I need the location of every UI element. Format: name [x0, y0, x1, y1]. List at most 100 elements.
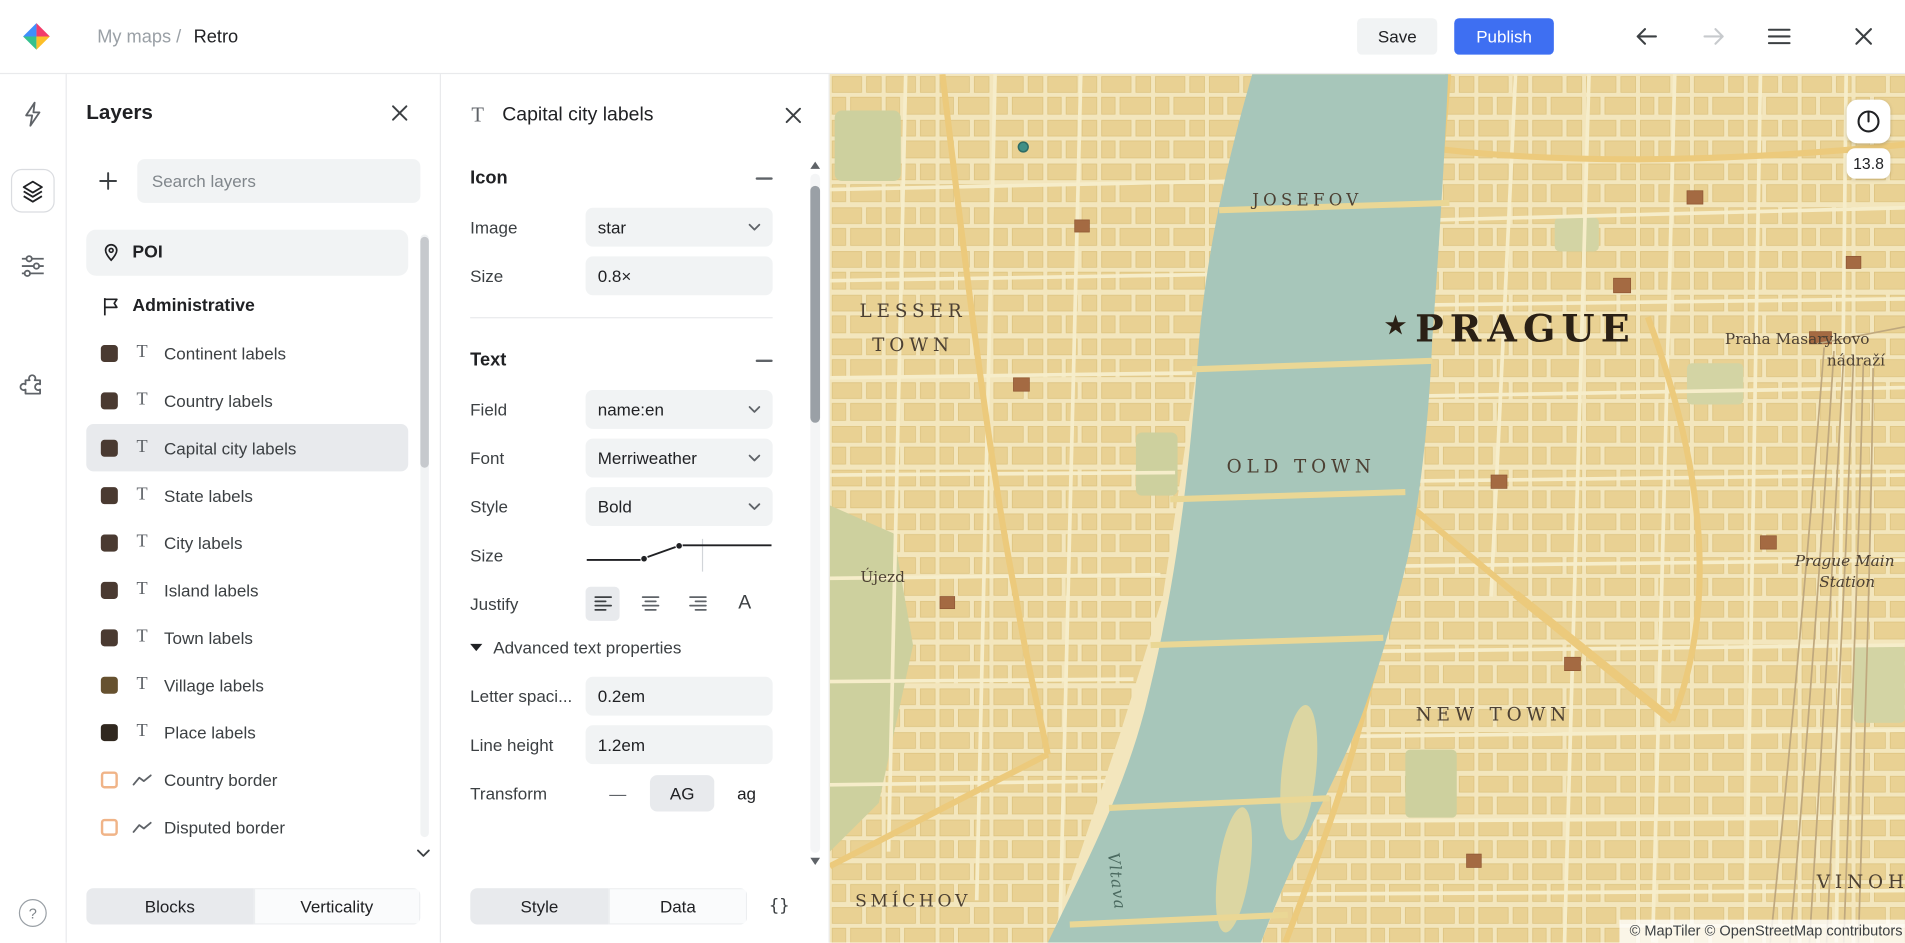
layer-item-label: Village labels — [164, 675, 264, 694]
layers-panel-close-button[interactable] — [386, 100, 413, 127]
properties-panel-close-button[interactable] — [780, 102, 807, 129]
font-style-select[interactable]: Bold — [586, 487, 773, 526]
close-editor-button[interactable] — [1849, 22, 1878, 51]
layer-properties-panel: T Capital city labels Icon Image star — [441, 74, 830, 943]
collapse-text-section-button[interactable] — [756, 359, 773, 361]
layer-item-disputed-border[interactable]: Disputed border — [86, 803, 408, 850]
justify-center-button[interactable] — [633, 587, 667, 621]
add-layer-button[interactable] — [86, 159, 130, 203]
sliders-icon — [21, 254, 45, 278]
letter-spacing-input[interactable] — [598, 686, 761, 705]
layer-item-label: Town labels — [164, 627, 253, 646]
section-divider — [470, 317, 773, 318]
layer-color-swatch — [101, 392, 118, 409]
map-render[interactable]: JOSEFOV LESSER TOWN PRAGUE Praha Masaryk… — [830, 74, 1905, 943]
icon-size-input-wrap[interactable] — [586, 256, 773, 295]
text-field-select[interactable]: name:en — [586, 390, 773, 429]
layer-item-town-labels[interactable]: T Town labels — [86, 614, 408, 661]
help-button[interactable]: ? — [19, 899, 47, 927]
icon-size-input[interactable] — [598, 266, 761, 285]
breadcrumb-prefix[interactable]: My maps — [97, 26, 171, 47]
map-label-josefov: JOSEFOV — [1250, 190, 1362, 209]
line-height-input-wrap[interactable] — [586, 725, 773, 764]
menu-button[interactable] — [1763, 23, 1796, 50]
scroll-up-arrow-icon[interactable] — [810, 162, 820, 169]
save-button[interactable]: Save — [1357, 18, 1437, 54]
transform-lowercase-button[interactable]: ag — [714, 775, 778, 811]
properties-scrollbar-thumb[interactable] — [810, 186, 820, 423]
breadcrumb[interactable]: My maps / Retro — [97, 26, 238, 47]
tab-style[interactable]: Style — [470, 888, 608, 924]
lightning-bolt-icon — [21, 101, 45, 128]
map-pin-icon — [101, 242, 120, 263]
quick-actions-button[interactable] — [16, 96, 50, 132]
scroll-down-arrow-icon[interactable] — [810, 858, 820, 865]
map-label-masarykovo: Praha Masarykovo — [1725, 330, 1870, 348]
plugins-button[interactable] — [15, 366, 51, 402]
chevron-down-icon — [748, 224, 760, 231]
redo-forward-arrow-button[interactable] — [1697, 22, 1731, 51]
transform-uppercase-button[interactable]: AG — [650, 775, 714, 811]
collapse-icon-section-button[interactable] — [756, 177, 773, 179]
breadcrumb-separator: / — [176, 26, 181, 47]
letter-spacing-label: Letter spaci... — [470, 686, 585, 705]
layer-item-country-labels[interactable]: T Country labels — [86, 377, 408, 424]
text-layer-icon: T — [132, 390, 151, 411]
layer-item-state-labels[interactable]: T State labels — [86, 471, 408, 518]
publish-button[interactable]: Publish — [1454, 18, 1554, 54]
map-label-prague: PRAGUE — [1415, 306, 1636, 351]
line-height-input[interactable] — [598, 735, 761, 754]
undo-back-arrow-button[interactable] — [1629, 22, 1663, 51]
map-label-ujezd: Újezd — [860, 568, 905, 586]
text-layer-icon: T — [132, 674, 151, 695]
map-canvas[interactable]: JOSEFOV LESSER TOWN PRAGUE Praha Masaryk… — [830, 74, 1905, 943]
properties-scrollbar[interactable] — [809, 162, 821, 865]
chevron-down-icon — [748, 503, 760, 510]
font-select[interactable]: Merriweather — [586, 439, 773, 478]
tab-verticality[interactable]: Verticality — [253, 888, 420, 924]
properties-scrollbar-track[interactable] — [810, 174, 820, 853]
text-layer-icon: T — [132, 722, 151, 743]
layers-scrollbar-thumb[interactable] — [420, 237, 429, 468]
icon-size-label: Size — [470, 266, 585, 285]
layer-item-village-labels[interactable]: T Village labels — [86, 661, 408, 708]
tab-data[interactable]: Data — [609, 888, 747, 924]
font-style-label: Style — [470, 497, 585, 516]
map-label-lesser-town: TOWN — [872, 335, 954, 356]
text-layer-icon: T — [132, 343, 151, 364]
layer-group-poi[interactable]: POI — [86, 230, 408, 276]
tab-blocks[interactable]: Blocks — [86, 888, 253, 924]
transform-none-button[interactable]: — — [586, 775, 650, 811]
field-label: Field — [470, 400, 585, 419]
layer-color-swatch — [101, 629, 118, 646]
layer-group-administrative[interactable]: Administrative — [86, 283, 408, 329]
map-label-smichov: SMÍCHOV — [855, 890, 971, 911]
layer-item-country-border[interactable]: Country border — [86, 756, 408, 803]
layer-item-capital-city-labels-selected[interactable]: T Capital city labels — [86, 424, 408, 471]
scroll-more-chevron-icon[interactable] — [417, 842, 430, 864]
layer-item-place-labels[interactable]: T Place labels — [86, 708, 408, 755]
tab-code-json[interactable]: {} — [762, 894, 797, 918]
map-bearing-control-button[interactable] — [1847, 100, 1891, 144]
text-section-heading: Text — [470, 350, 506, 371]
size-zoom-curve-widget[interactable] — [586, 536, 773, 575]
zoom-level-value: 13.8 — [1853, 154, 1884, 172]
text-anchor-letter-button[interactable]: A — [728, 587, 762, 621]
letter-spacing-input-wrap[interactable] — [586, 677, 773, 716]
layer-item-continent-labels[interactable]: T Continent labels — [86, 329, 408, 376]
layer-color-swatch — [101, 534, 118, 551]
layer-item-label: Disputed border — [164, 817, 285, 836]
justify-right-button[interactable] — [680, 587, 714, 621]
layer-color-swatch — [101, 581, 118, 598]
properties-panel-title: Capital city labels — [502, 104, 653, 126]
layer-item-city-labels[interactable]: T City labels — [86, 519, 408, 566]
justify-left-button[interactable] — [586, 587, 620, 621]
search-layers-input[interactable] — [137, 159, 420, 203]
map-label-lesser-town: LESSER — [860, 301, 967, 322]
layers-panel: Layers — [67, 74, 441, 943]
layers-tool-button-active[interactable] — [11, 169, 55, 213]
adjustments-button[interactable] — [16, 249, 50, 283]
icon-image-select[interactable]: star — [586, 208, 773, 247]
layer-item-island-labels[interactable]: T Island labels — [86, 566, 408, 613]
advanced-text-properties-toggle[interactable]: Advanced text properties — [470, 638, 681, 657]
